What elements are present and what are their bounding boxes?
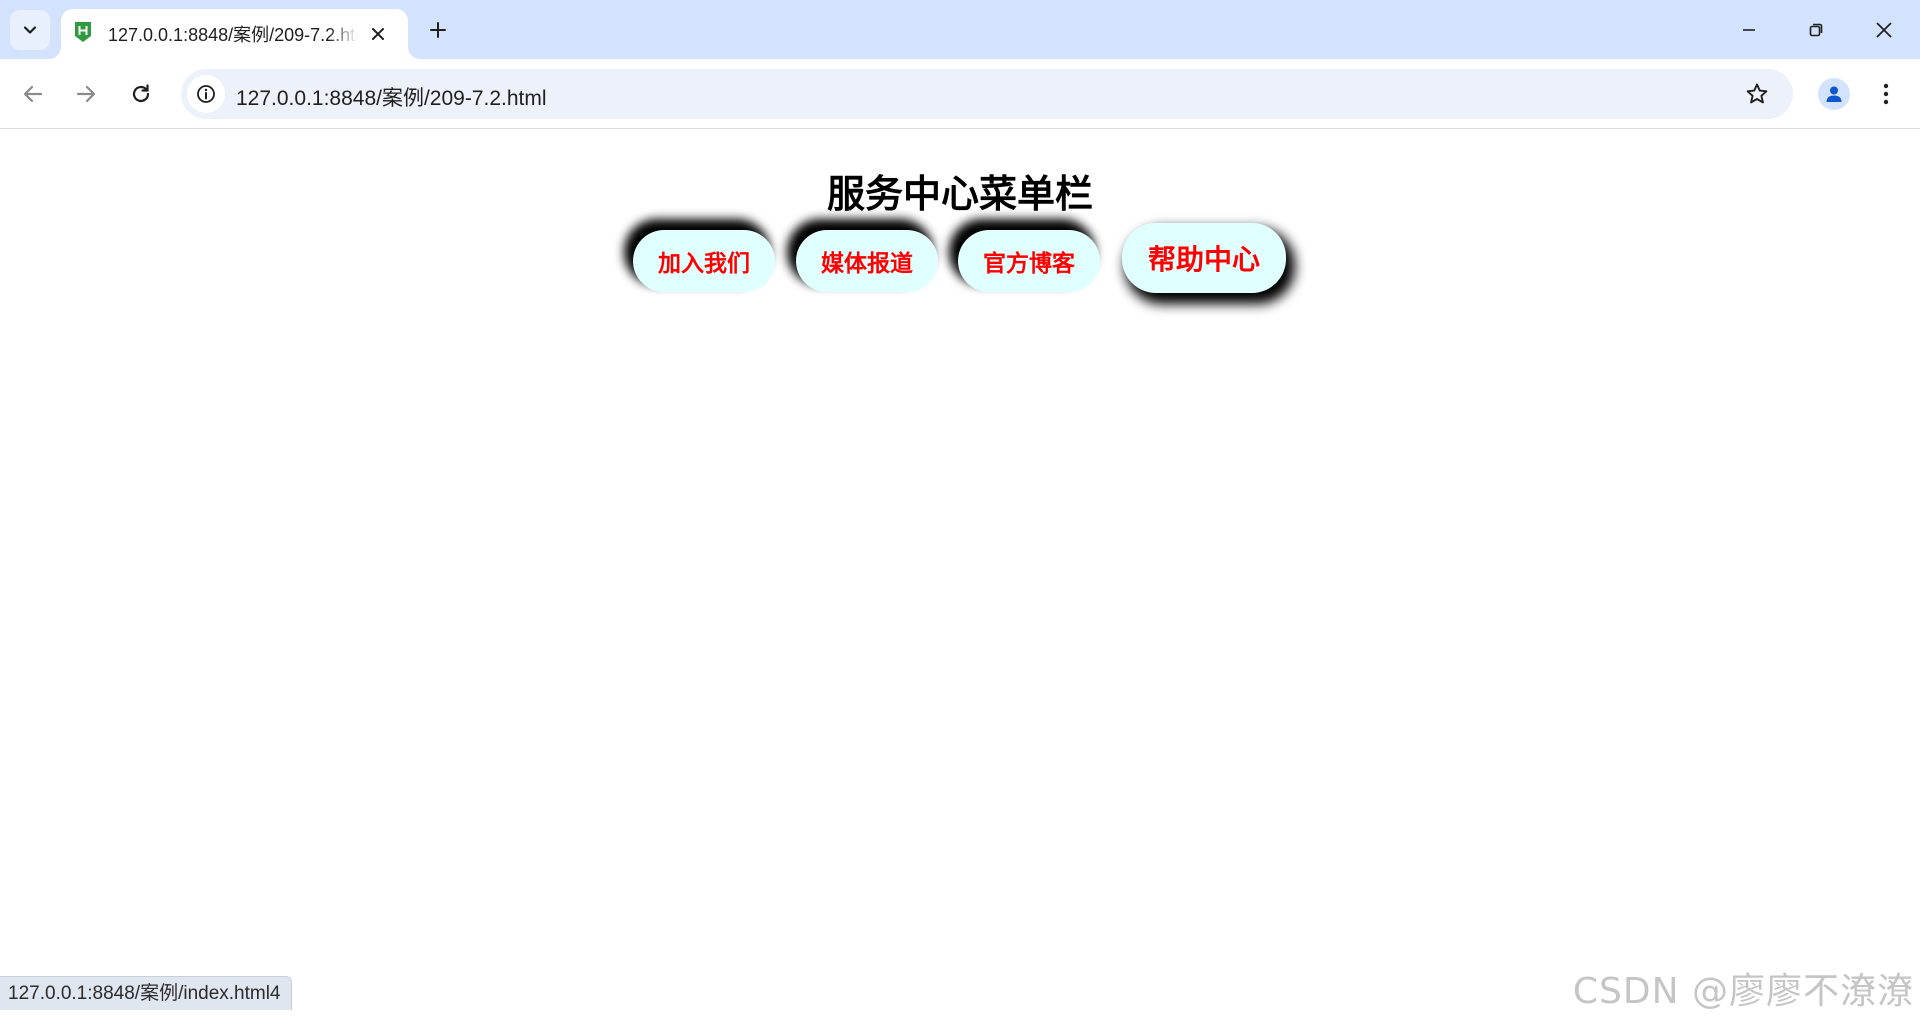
window-close-button[interactable]	[1861, 10, 1907, 50]
bookmark-button[interactable]	[1743, 80, 1771, 108]
tab-close-button[interactable]	[366, 22, 390, 46]
arrow-right-icon	[76, 85, 96, 103]
plus-icon	[430, 22, 446, 38]
site-info-button[interactable]	[187, 75, 225, 113]
minimize-icon	[1743, 29, 1755, 31]
browser-toolbar: 127.0.0.1:8848/案例/209-7.2.html	[0, 59, 1920, 129]
link-status-bubble: 127.0.0.1:8848/案例/index.html4	[0, 976, 292, 1010]
profile-button[interactable]	[1818, 78, 1850, 110]
close-icon	[372, 28, 384, 40]
menu-item-join-us[interactable]: 加入我们	[633, 230, 775, 292]
more-vertical-icon	[1883, 83, 1889, 105]
tab-search-button[interactable]	[10, 10, 50, 50]
menu-item-blog[interactable]: 官方博客	[958, 230, 1100, 292]
page-viewport: 服务中心菜单栏 加入我们 媒体报道 官方博客 帮助中心	[0, 130, 1920, 1018]
tab-strip: 127.0.0.1:8848/案例/209-7.2.html	[0, 0, 1920, 59]
url-text[interactable]: 127.0.0.1:8848/案例/209-7.2.html	[236, 82, 547, 112]
reload-icon	[132, 84, 150, 103]
browser-menu-button[interactable]	[1872, 76, 1900, 112]
address-bar[interactable]: 127.0.0.1:8848/案例/209-7.2.html	[181, 69, 1793, 119]
arrow-left-icon	[23, 85, 43, 103]
restore-icon	[1809, 23, 1823, 37]
menu-item-help-center[interactable]: 帮助中心	[1122, 223, 1286, 293]
person-icon	[1826, 86, 1842, 102]
back-button[interactable]	[15, 76, 51, 112]
minimize-button[interactable]	[1726, 10, 1772, 50]
forward-button[interactable]	[68, 76, 104, 112]
tab-title: 127.0.0.1:8848/案例/209-7.2.html	[108, 25, 358, 45]
info-icon	[197, 85, 215, 103]
close-icon	[1876, 22, 1892, 38]
hbuilder-favicon-icon	[75, 22, 91, 42]
chevron-down-icon	[23, 26, 37, 34]
star-icon	[1746, 83, 1768, 104]
reload-button[interactable]	[123, 76, 159, 112]
active-tab[interactable]: 127.0.0.1:8848/案例/209-7.2.html	[61, 9, 408, 59]
restore-button[interactable]	[1793, 10, 1839, 50]
menu-item-media[interactable]: 媒体报道	[796, 230, 938, 292]
new-tab-button[interactable]	[424, 16, 452, 44]
watermark: CSDN @廖廖不潦潦	[1572, 971, 1914, 1012]
service-menu: 加入我们 媒体报道 官方博客 帮助中心	[0, 130, 1920, 330]
